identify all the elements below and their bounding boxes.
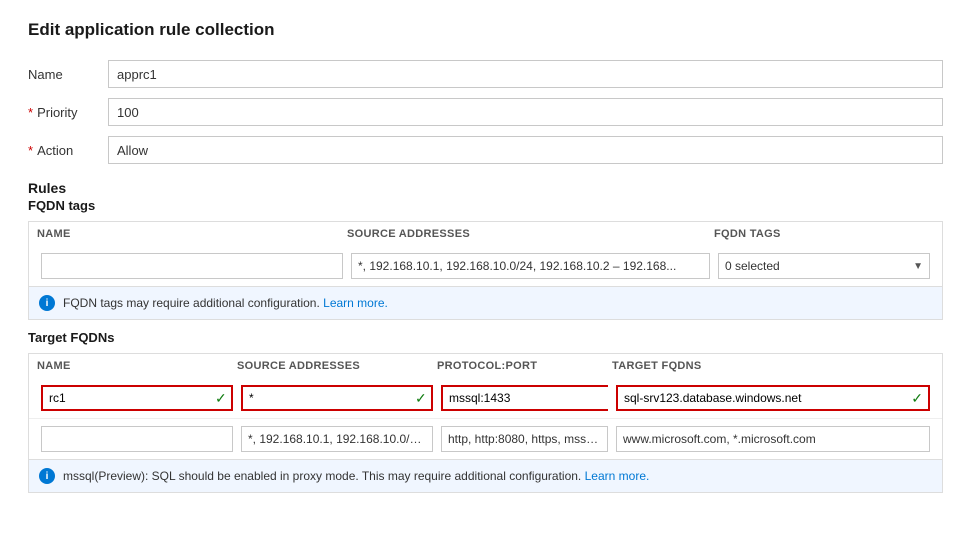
target-fqdn-cell-1: ✓	[612, 382, 934, 414]
target-proto-select-1[interactable]: ✓	[441, 385, 608, 411]
target-src-cell-2: *, 192.168.10.1, 192.168.10.0/24, 192.16…	[237, 423, 437, 455]
priority-label: *Priority	[28, 105, 108, 120]
target-src-select-1[interactable]: ✓	[241, 385, 433, 411]
fqdn-tags-select-text: 0 selected	[725, 259, 780, 273]
target-fqdn-input-1[interactable]	[618, 387, 906, 409]
target-name-cell-1: ✓	[37, 382, 237, 414]
target-fqdn-cell-2: www.microsoft.com, *.microsoft.com	[612, 423, 934, 455]
target-fqdns-row-2: *, 192.168.10.1, 192.168.10.0/24, 192.16…	[29, 419, 942, 459]
chevron-down-icon: ▼	[913, 261, 923, 272]
target-col-header-name: NAME	[37, 360, 237, 372]
target-name-cell-2	[37, 423, 237, 455]
target-info-icon: i	[39, 468, 55, 484]
target-fqdns-heading: Target FQDNs	[28, 330, 943, 345]
target-proto-input-1[interactable]	[443, 387, 610, 409]
target-name-input-2[interactable]	[41, 426, 233, 452]
target-src-cell-1: ✓	[237, 382, 437, 414]
fqdn-tags-cell: 0 selected ▼	[714, 250, 934, 282]
fqdn-col-header-name: NAME	[37, 228, 347, 240]
fqdn-src-select[interactable]: *, 192.168.10.1, 192.168.10.0/24, 192.16…	[351, 253, 710, 279]
target-col-header-src: SOURCE ADDRESSES	[237, 360, 437, 372]
fqdn-tags-header-row: NAME SOURCE ADDRESSES FQDN TAGS	[29, 222, 942, 246]
action-row: *Action	[28, 136, 943, 164]
fqdn-tags-info-text: FQDN tags may require additional configu…	[63, 296, 320, 310]
target-proto-text-2: http, http:8080, https, mssql:1433	[448, 432, 601, 446]
fqdn-tags-select[interactable]: 0 selected ▼	[718, 253, 930, 279]
priority-input[interactable]	[108, 98, 943, 126]
fqdn-tags-heading: FQDN tags	[28, 198, 943, 213]
target-name-select-1[interactable]: ✓	[41, 385, 233, 411]
rules-heading: Rules	[28, 180, 943, 196]
target-col-header-proto: PROTOCOL:PORT	[437, 360, 612, 372]
target-proto-cell-1: ✓	[437, 382, 612, 414]
fqdn-col-header-tags: FQDN TAGS	[714, 228, 934, 240]
fqdn-tags-row-1: *, 192.168.10.1, 192.168.10.0/24, 192.16…	[29, 246, 942, 286]
fqdn-src-select-text: *, 192.168.10.1, 192.168.10.0/24, 192.16…	[358, 259, 676, 273]
target-fqdn-text-2: www.microsoft.com, *.microsoft.com	[623, 432, 816, 446]
fqdn-tags-learn-more-link[interactable]: Learn more.	[323, 296, 388, 310]
fqdn-src-cell: *, 192.168.10.1, 192.168.10.0/24, 192.16…	[347, 250, 714, 282]
action-label: *Action	[28, 143, 108, 158]
target-fqdn-select-2[interactable]: www.microsoft.com, *.microsoft.com	[616, 426, 930, 452]
target-proto-cell-2: http, http:8080, https, mssql:1433	[437, 423, 612, 455]
target-src-input-1[interactable]	[243, 387, 410, 409]
target-fqdns-info-text: mssql(Preview): SQL should be enabled in…	[63, 469, 581, 483]
target-fqdns-table: NAME SOURCE ADDRESSES PROTOCOL:PORT TARG…	[28, 353, 943, 460]
fqdn-tags-info-bar: i FQDN tags may require additional confi…	[28, 287, 943, 320]
check-icon-1: ✓	[210, 390, 232, 407]
info-icon: i	[39, 295, 55, 311]
name-input[interactable]	[108, 60, 943, 88]
target-fqdns-learn-more-link[interactable]: Learn more.	[585, 469, 650, 483]
check-icon-src-1: ✓	[410, 390, 432, 407]
name-label: Name	[28, 67, 108, 82]
target-col-header-fqdn: TARGET FQDNS	[612, 360, 934, 372]
fqdn-col-header-src: SOURCE ADDRESSES	[347, 228, 714, 240]
target-fqdn-input-wrapper-1[interactable]: ✓	[616, 385, 930, 411]
target-src-select-2[interactable]: *, 192.168.10.1, 192.168.10.0/24, 192.16…	[241, 426, 433, 452]
target-fqdns-row-1: ✓ ✓ ✓ ✓	[29, 378, 942, 419]
target-fqdns-header-row: NAME SOURCE ADDRESSES PROTOCOL:PORT TARG…	[29, 354, 942, 378]
target-name-input-1[interactable]	[43, 387, 210, 409]
fqdn-tags-table: NAME SOURCE ADDRESSES FQDN TAGS *, 192.1…	[28, 221, 943, 287]
fqdn-name-cell	[37, 250, 347, 282]
target-proto-select-2[interactable]: http, http:8080, https, mssql:1433	[441, 426, 608, 452]
target-src-text-2: *, 192.168.10.1, 192.168.10.0/24, 192.16…	[248, 432, 426, 446]
page-title: Edit application rule collection	[28, 20, 943, 40]
action-required: *	[28, 143, 33, 158]
priority-required: *	[28, 105, 33, 120]
priority-row: *Priority	[28, 98, 943, 126]
name-row: Name	[28, 60, 943, 88]
check-icon-fqdn-1: ✓	[906, 390, 928, 407]
target-fqdns-info-bar: i mssql(Preview): SQL should be enabled …	[28, 460, 943, 493]
action-input[interactable]	[108, 136, 943, 164]
fqdn-name-input[interactable]	[41, 253, 343, 279]
